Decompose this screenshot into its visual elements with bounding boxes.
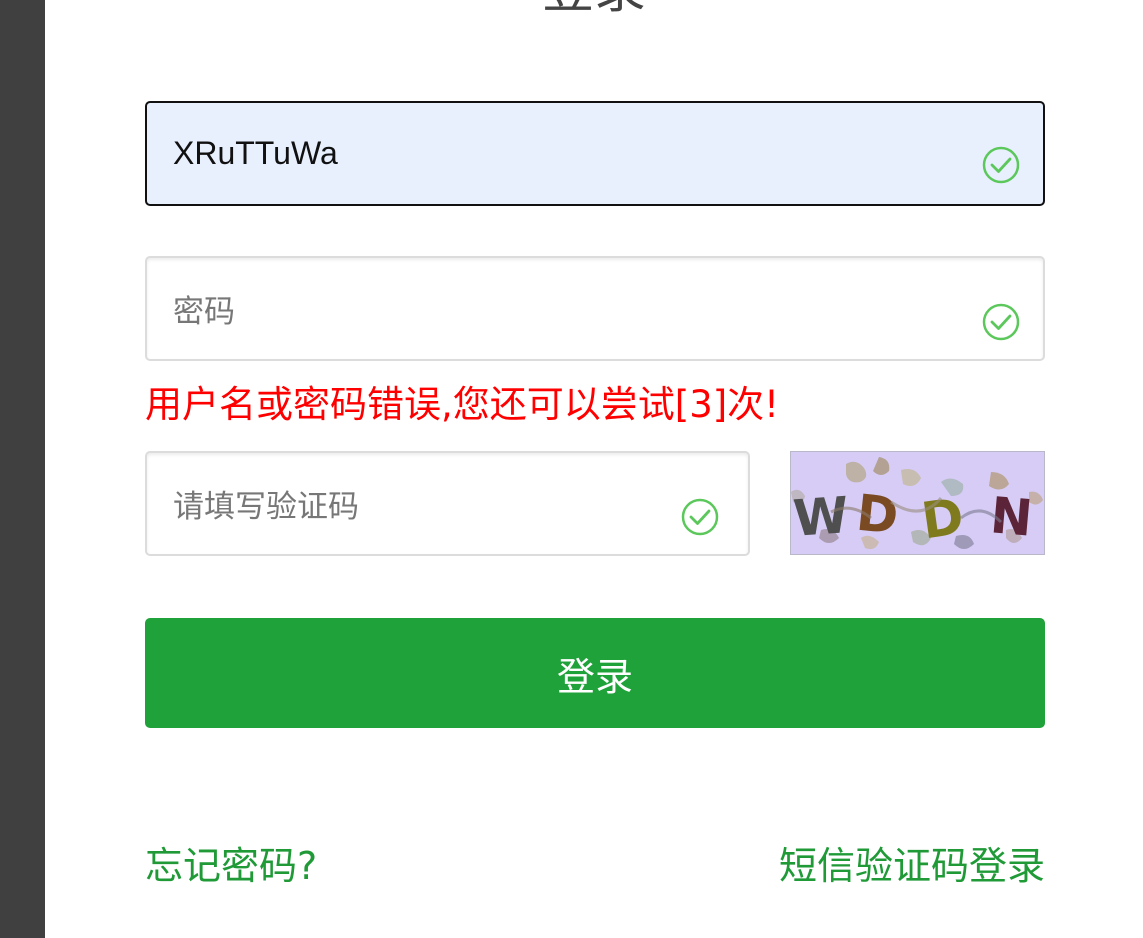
captcha-graphic: W D D N: [791, 457, 1043, 550]
page-title: 登录: [45, 0, 1143, 20]
svg-text:D: D: [918, 487, 967, 550]
error-message: 用户名或密码错误,您还可以尝试[3]次!: [145, 383, 780, 426]
username-value: XRuTTuWa: [173, 135, 338, 171]
captcha-image[interactable]: W D D N: [790, 451, 1045, 555]
check-circle-icon: [982, 146, 1020, 184]
password-placeholder: 密码: [173, 294, 235, 330]
login-button[interactable]: 登录: [145, 618, 1045, 728]
forgot-password-link[interactable]: 忘记密码?: [145, 838, 317, 894]
check-circle-icon: [681, 498, 719, 536]
captcha-input[interactable]: 请填写验证码: [145, 451, 750, 556]
captcha-placeholder: 请填写验证码: [173, 489, 359, 525]
password-field[interactable]: 密码: [145, 256, 1045, 361]
svg-text:D: D: [854, 484, 901, 546]
username-field[interactable]: XRuTTuWa: [145, 101, 1045, 206]
svg-text:W: W: [791, 486, 850, 548]
sms-login-link[interactable]: 短信验证码登录: [779, 838, 1045, 894]
check-circle-icon: [982, 303, 1020, 341]
background-overlay: [0, 0, 45, 938]
login-panel: 登录 XRuTTuWa 密码 用户名或密码错误,您还可以尝试[3]次! 请填写验…: [45, 0, 1143, 938]
